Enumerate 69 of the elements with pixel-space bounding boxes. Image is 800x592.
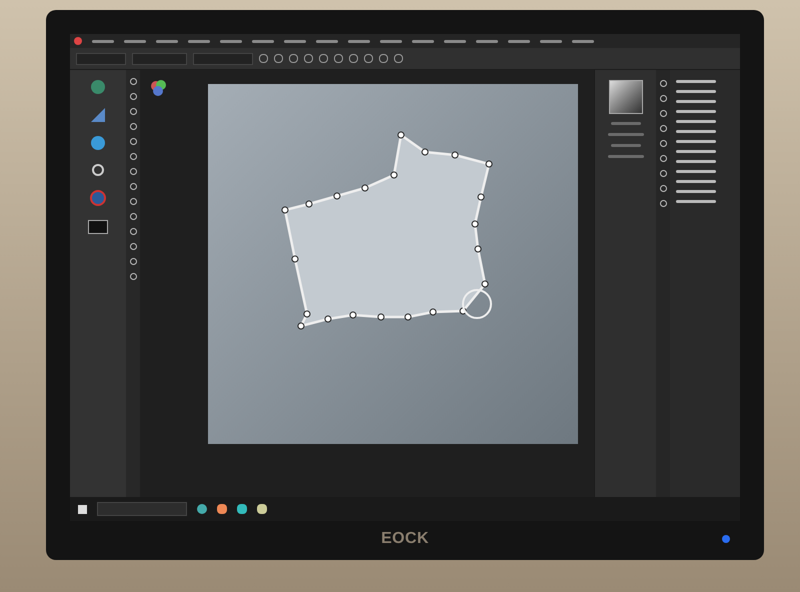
placeholder-mark — [676, 130, 716, 133]
placeholder-mark — [316, 40, 338, 42]
tool-icon[interactable] — [130, 243, 136, 250]
placeholder-mark — [284, 40, 306, 42]
panel-icon[interactable] — [660, 170, 666, 177]
placeholder-mark — [676, 90, 716, 93]
panel-icon[interactable] — [660, 110, 666, 117]
placeholder-mark — [156, 40, 178, 42]
panel-icon[interactable] — [660, 80, 666, 87]
placeholder-mark — [676, 190, 716, 193]
placeholder-mark — [444, 40, 466, 42]
brand-logo: EOCK — [381, 528, 429, 548]
windows-icon[interactable] — [78, 504, 87, 514]
placeholder-mark — [124, 40, 146, 42]
placeholder-mark — [348, 40, 370, 42]
tool-icon[interactable] — [130, 123, 136, 130]
tool-icon[interactable] — [130, 198, 136, 205]
panel-icon[interactable] — [660, 200, 666, 207]
triangle-icon[interactable] — [91, 108, 105, 122]
power-light[interactable] — [722, 534, 730, 542]
placeholder-mark — [476, 40, 498, 42]
panel-icon[interactable] — [660, 95, 666, 102]
placeholder-mark — [572, 40, 594, 42]
placeholder-mark — [220, 40, 242, 42]
placeholder-mark — [508, 40, 530, 42]
panel-icon[interactable] — [660, 125, 666, 132]
placeholder-mark — [676, 80, 716, 83]
tool-icon[interactable] — [130, 258, 136, 265]
tool-icon[interactable] — [130, 213, 136, 220]
gradient-preview — [608, 80, 642, 114]
placeholder-mark — [676, 170, 716, 173]
placeholder-mark — [676, 200, 716, 203]
placeholder-mark — [608, 133, 644, 136]
placeholder-mark — [676, 160, 716, 163]
tool-icon[interactable] — [130, 168, 136, 175]
tool-icon[interactable] — [130, 138, 136, 145]
dropdown-field[interactable] — [193, 52, 253, 64]
tool-icon[interactable] — [130, 78, 136, 85]
placeholder-mark — [610, 144, 640, 147]
placeholder-mark — [610, 122, 640, 125]
panel-icon[interactable] — [660, 185, 666, 192]
tool-icon[interactable] — [130, 228, 136, 235]
placeholder-mark — [676, 140, 716, 143]
tool-icon[interactable] — [130, 153, 136, 160]
placeholder-mark — [380, 40, 402, 42]
placeholder-mark — [540, 40, 562, 42]
placeholder-mark — [676, 110, 716, 113]
tool-icon[interactable] — [130, 108, 136, 115]
placeholder-mark — [676, 150, 716, 153]
dropdown-field[interactable] — [76, 52, 126, 64]
app-logo-icon — [74, 37, 82, 45]
round-badge-icon[interactable] — [90, 190, 106, 206]
tool-icon[interactable] — [130, 93, 136, 100]
tool-icon[interactable] — [130, 183, 136, 190]
placeholder-mark — [188, 40, 210, 42]
placeholder-mark — [412, 40, 434, 42]
placeholder-mark — [608, 155, 644, 158]
placeholder-mark — [676, 100, 716, 103]
placeholder-mark — [252, 40, 274, 42]
panel-icon[interactable] — [660, 140, 666, 147]
placeholder-mark — [676, 120, 716, 123]
panel-icon[interactable] — [660, 155, 666, 162]
color-wheel-icon — [148, 78, 168, 98]
placeholder-mark — [676, 180, 716, 183]
dropdown-field[interactable] — [132, 52, 187, 64]
display-icon[interactable] — [88, 220, 108, 234]
tool-icon[interactable] — [130, 273, 136, 280]
placeholder-mark — [92, 40, 114, 42]
search-field[interactable] — [97, 502, 187, 516]
